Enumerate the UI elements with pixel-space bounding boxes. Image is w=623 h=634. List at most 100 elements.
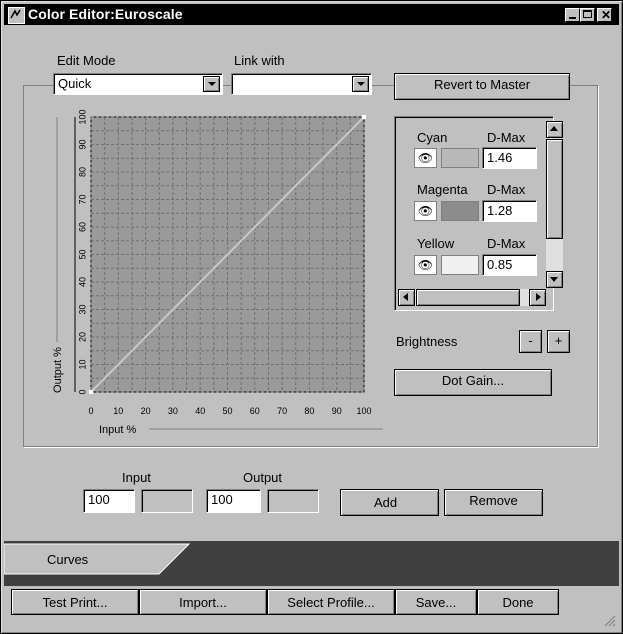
save-label: Save... (415, 595, 457, 610)
scroll-up-icon[interactable] (546, 121, 563, 138)
y-tick-label: 40 (77, 277, 87, 287)
x-tick-label: 40 (195, 406, 205, 416)
y-tick-label: 90 (77, 139, 87, 149)
y-tick-label: 20 (77, 332, 87, 342)
ink-dmax-label-cyan: D-Max (487, 130, 526, 145)
y-tick-label: 0 (77, 389, 87, 394)
input-secondary-field (141, 489, 193, 513)
window-title: Color Editor:Euroscale (28, 6, 183, 22)
input-value: 100 (88, 492, 110, 507)
done-label: Done (502, 595, 534, 610)
hscroll-thumb[interactable] (416, 289, 520, 306)
select-profile-button[interactable]: Select Profile... (267, 589, 395, 615)
y-tick-label: 60 (77, 222, 87, 232)
scroll-right-icon[interactable] (529, 289, 546, 306)
y-tick-label: 80 (77, 167, 87, 177)
chevron-down-icon[interactable] (352, 76, 369, 92)
y-tick-label: 50 (77, 249, 87, 259)
cyan-dmax-value: 1.46 (487, 150, 513, 165)
ink-horizontal-scrollbar[interactable] (398, 289, 546, 306)
test-print-button[interactable]: Test Print... (11, 589, 139, 615)
brightness-plus-label: + (554, 333, 563, 348)
edit-mode-value: Quick (58, 76, 92, 91)
output-label: Output (243, 470, 283, 485)
minimize-icon (569, 17, 576, 19)
ink-dmax-label-magenta: D-Max (487, 182, 526, 197)
select-profile-label: Select Profile... (287, 595, 375, 610)
x-tick-label: 90 (332, 406, 342, 416)
link-with-label: Link with (234, 53, 285, 68)
minimize-button[interactable] (565, 8, 580, 22)
magenta-swatch[interactable] (441, 201, 479, 221)
output-value-field[interactable]: 100 (206, 489, 261, 513)
brightness-minus-label: - (528, 333, 533, 348)
curve-point (89, 390, 93, 394)
output-secondary-field (267, 489, 319, 513)
brightness-minus-button[interactable]: - (519, 330, 542, 353)
magenta-dmax-field[interactable]: 1.28 (482, 200, 537, 222)
tab-shape (4, 543, 191, 575)
input-value-field[interactable]: 100 (83, 489, 135, 513)
x-tick-label: 0 (88, 406, 93, 416)
y-tick-label: 100 (77, 109, 87, 124)
cyan-swatch[interactable] (441, 148, 479, 168)
add-button[interactable]: Add (340, 489, 439, 516)
link-with-dropdown[interactable] (231, 73, 372, 95)
x-axis-label: Input % (99, 424, 137, 436)
scroll-thumb[interactable] (546, 139, 563, 239)
dot-gain-label: Dot Gain... (441, 373, 505, 388)
test-print-label: Test Print... (42, 595, 108, 610)
dot-gain-button[interactable]: Dot Gain... (394, 369, 552, 396)
curve-point (362, 115, 366, 119)
import-button[interactable]: Import... (139, 589, 267, 615)
resize-grip-icon[interactable] (602, 613, 616, 627)
yellow-dmax-value: 0.85 (487, 257, 513, 272)
import-label: Import... (179, 595, 227, 610)
ink-name-cyan: Cyan (417, 130, 448, 145)
eye-icon[interactable]: 👁 (414, 148, 437, 168)
x-tick-label: 20 (141, 406, 151, 416)
done-button[interactable]: Done (477, 589, 559, 615)
y-tick-label: 70 (77, 194, 87, 204)
revert-to-master-label: Revert to Master (433, 77, 531, 92)
y-tick-label: 30 (77, 304, 87, 314)
x-tick-label: 80 (304, 406, 314, 416)
curve-plot-svg[interactable]: 0 10 20 30 40 50 60 70 80 90 100 0 10 20 30 40 50 60 70 80 9… (38, 108, 384, 438)
x-tick-label: 60 (250, 406, 260, 416)
x-tick-label: 10 (113, 406, 123, 416)
x-tick-label: 50 (222, 406, 232, 416)
curve-plot[interactable]: 0 10 20 30 40 50 60 70 80 90 100 0 10 20 30 40 50 60 70 80 9… (38, 108, 384, 438)
scroll-down-icon[interactable] (546, 271, 563, 288)
y-tick-label: 10 (77, 359, 87, 369)
color-editor-window: Color Editor:Euroscale ✕ Edit Mode Link … (0, 0, 623, 634)
maximize-button[interactable] (580, 8, 595, 22)
cyan-dmax-field[interactable]: 1.46 (482, 147, 537, 169)
maximize-icon (583, 10, 592, 18)
brightness-plus-button[interactable]: + (547, 330, 570, 353)
ink-name-magenta: Magenta (417, 182, 468, 197)
output-value: 100 (211, 492, 233, 507)
yellow-swatch[interactable] (441, 255, 479, 275)
scroll-left-icon[interactable] (398, 289, 415, 306)
y-axis-label: Output % (52, 347, 64, 393)
ink-name-yellow: Yellow (417, 236, 455, 251)
save-button[interactable]: Save... (395, 589, 477, 615)
yellow-dmax-field[interactable]: 0.85 (482, 254, 537, 276)
close-button[interactable]: ✕ (597, 8, 612, 22)
remove-button[interactable]: Remove (444, 489, 543, 516)
tab-curves[interactable]: Curves (47, 552, 88, 567)
revert-to-master-button[interactable]: Revert to Master (394, 73, 570, 100)
remove-label: Remove (469, 493, 518, 508)
edit-mode-dropdown[interactable]: Quick (53, 73, 223, 95)
chevron-down-icon[interactable] (203, 76, 220, 92)
eye-icon[interactable]: 👁 (414, 201, 437, 221)
brightness-label: Brightness (396, 334, 458, 349)
tab-strip: Curves (4, 541, 619, 586)
close-icon: ✕ (601, 8, 612, 22)
title-bar[interactable]: Color Editor:Euroscale ✕ (4, 4, 619, 25)
eye-icon[interactable]: 👁 (414, 255, 437, 275)
x-tick-label: 100 (356, 406, 371, 416)
ink-vertical-scrollbar[interactable] (546, 121, 563, 288)
x-tick-label: 70 (277, 406, 287, 416)
app-icon[interactable] (8, 7, 25, 24)
